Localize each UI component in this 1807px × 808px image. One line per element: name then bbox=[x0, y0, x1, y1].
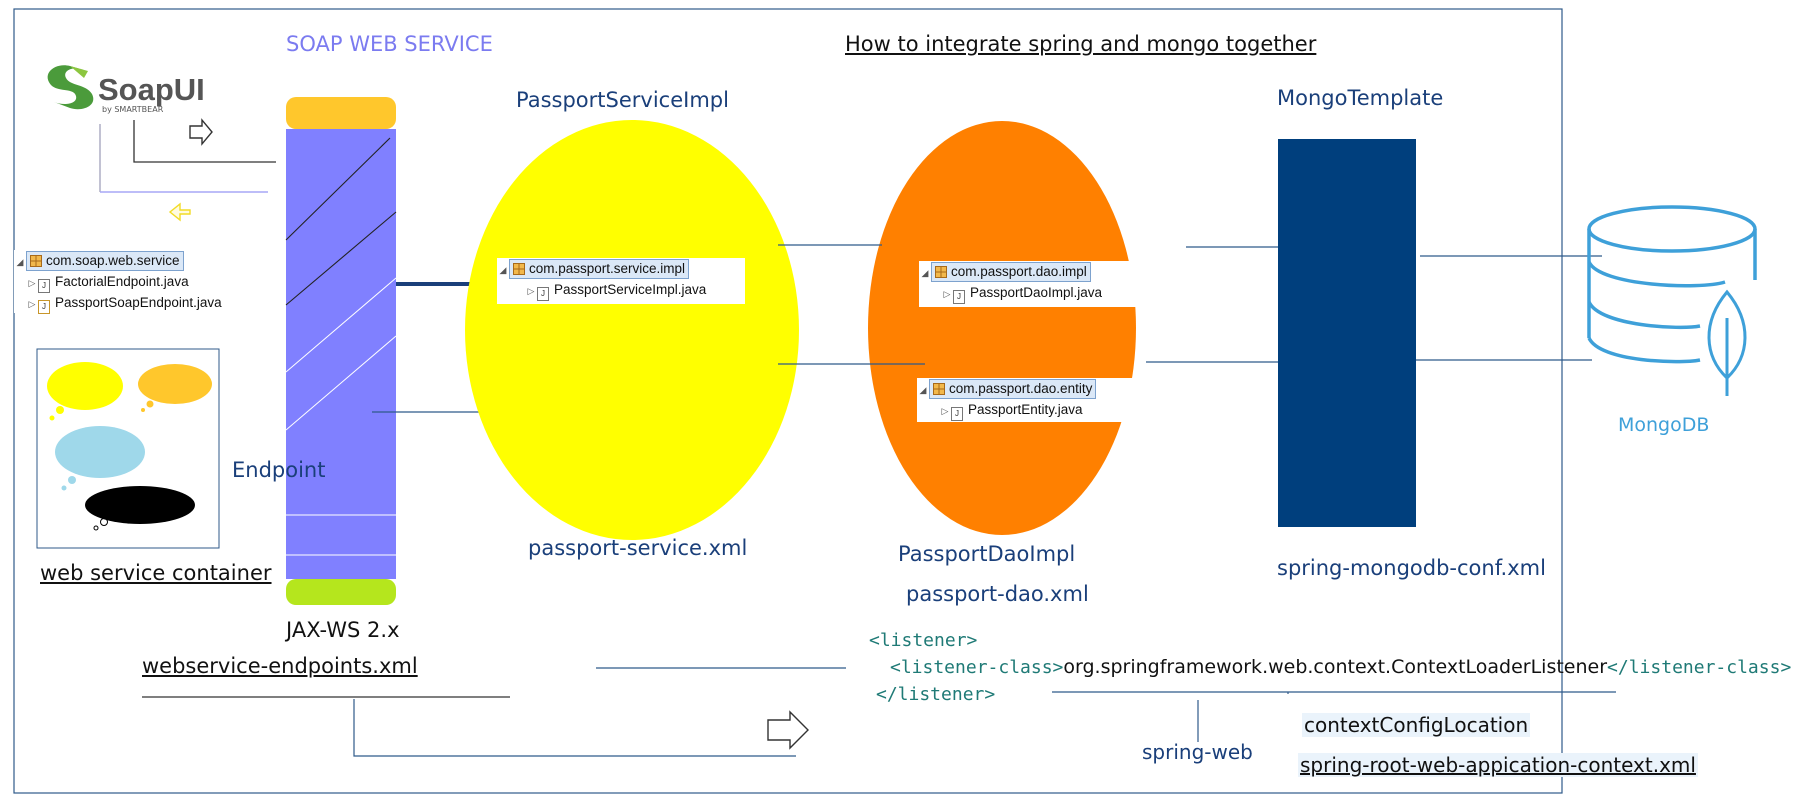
java-file-icon: J bbox=[537, 287, 549, 301]
tree-file-label: PassportEntity.java bbox=[968, 402, 1083, 417]
package-icon bbox=[935, 265, 947, 278]
listener-class-close-tag: </listener-class> bbox=[1607, 657, 1792, 678]
tree-file-row[interactable]: ▷ J PassportEntity.java bbox=[917, 399, 1145, 422]
soapui-logo-icon bbox=[47, 65, 94, 110]
endpoint-label: Endpoint bbox=[232, 458, 326, 482]
java-file-icon: J bbox=[38, 279, 50, 293]
expand-triangle-icon[interactable]: ▷ bbox=[26, 273, 38, 294]
tree-package-row[interactable]: ◢ com.passport.dao.entity bbox=[917, 378, 1145, 399]
dao-ellipse bbox=[868, 121, 1136, 535]
page-title: How to integrate spring and mongo togeth… bbox=[845, 32, 1317, 56]
soap-project-tree: ◢ com.soap.web.service ▷ J FactorialEndpoin… bbox=[14, 250, 222, 315]
tree-package-label: com.soap.web.service bbox=[46, 253, 180, 268]
collapse-triangle-icon[interactable]: ◢ bbox=[497, 260, 509, 281]
tree-package-label: com.passport.dao.impl bbox=[951, 264, 1087, 279]
tree-package-label: com.passport.service.impl bbox=[529, 261, 686, 276]
mongo-template-title: MongoTemplate bbox=[1277, 86, 1444, 110]
tree-package-label: com.passport.dao.entity bbox=[949, 381, 1093, 396]
soap-web-service-label: SOAP WEB SERVICE bbox=[286, 32, 493, 56]
tree-package-row[interactable]: ◢ com.soap.web.service bbox=[14, 250, 214, 271]
tree-file-label: FactorialEndpoint.java bbox=[55, 274, 189, 289]
collapse-triangle-icon[interactable]: ◢ bbox=[919, 263, 931, 284]
java-file-icon: J bbox=[953, 290, 965, 304]
listener-arrow-icon bbox=[767, 710, 809, 750]
dao-entity-package-tree: ◢ com.passport.dao.entity ▷ J PassportEntit… bbox=[917, 378, 1145, 422]
mongo-template-xml-label: spring-mongodb-conf.xml bbox=[1277, 556, 1546, 580]
package-icon bbox=[30, 254, 42, 267]
service-ellipse bbox=[465, 120, 799, 540]
mongodb-database-icon bbox=[1587, 205, 1757, 396]
java-file-icon: J bbox=[951, 407, 963, 421]
dao-xml-label: passport-dao.xml bbox=[906, 582, 1089, 606]
java-file-icon: J bbox=[38, 300, 50, 314]
expand-triangle-icon[interactable]: ▷ bbox=[939, 401, 951, 422]
listener-class-open-tag: <listener-class> bbox=[890, 657, 1064, 678]
tree-file-label: PassportSoapEndpoint.java bbox=[55, 295, 222, 310]
root-context-xml-label: spring-root-web-appication-context.xml bbox=[1298, 753, 1698, 777]
tree-file-label: PassportDaoImpl.java bbox=[970, 285, 1103, 300]
endpoint-bar-bottom bbox=[286, 579, 396, 605]
tree-package-row[interactable]: ◢ com.passport.service.impl bbox=[497, 258, 745, 279]
expand-triangle-icon[interactable]: ▷ bbox=[525, 281, 537, 302]
collapse-triangle-icon[interactable]: ◢ bbox=[14, 252, 26, 273]
endpoints-xml-label: webservice-endpoints.xml bbox=[142, 654, 418, 678]
soapui-name: SoapUI bbox=[98, 72, 205, 107]
endpoint-bar bbox=[286, 129, 396, 579]
package-icon bbox=[933, 382, 945, 395]
listener-close-tag: </listener> bbox=[876, 684, 996, 705]
expand-triangle-icon[interactable]: ▷ bbox=[26, 294, 38, 315]
response-arrow-icon bbox=[168, 202, 191, 222]
tree-file-row[interactable]: ▷ J FactorialEndpoint.java bbox=[14, 271, 214, 294]
soapui-by: by SMARTBEAR bbox=[102, 105, 164, 114]
endpoint-bar-top bbox=[286, 97, 396, 129]
tree-file-row[interactable]: ▷ J PassportDaoImpl.java bbox=[919, 282, 1149, 305]
package-icon bbox=[513, 262, 525, 275]
bottom-route-line bbox=[353, 699, 796, 757]
service-title: PassportServiceImpl bbox=[516, 88, 729, 112]
listener-open-tag: <listener> bbox=[869, 630, 978, 651]
mongo-template-block bbox=[1278, 139, 1416, 527]
tree-file-label: PassportServiceImpl.java bbox=[554, 282, 707, 297]
listener-class-value: org.springframework.web.context.ContextL… bbox=[1063, 656, 1608, 678]
tree-file-row[interactable]: ▷ J PassportSoapEndpoint.java bbox=[14, 292, 222, 315]
context-config-label: contextConfigLocation bbox=[1302, 713, 1531, 737]
service-xml-label: passport-service.xml bbox=[528, 536, 748, 560]
service-package-tree: ◢ com.passport.service.impl ▷ J PassportSer… bbox=[497, 258, 745, 304]
expand-triangle-icon[interactable]: ▷ bbox=[941, 284, 953, 305]
collapse-triangle-icon[interactable]: ◢ bbox=[917, 380, 929, 401]
jaxws-label: JAX-WS 2.x bbox=[286, 618, 400, 642]
dao-title: PassportDaoImpl bbox=[898, 542, 1076, 566]
listener-class-line: <listener-class>org.springframework.web.… bbox=[890, 656, 1791, 678]
web-service-container-label: web service container bbox=[40, 561, 272, 585]
dao-impl-package-tree: ◢ com.passport.dao.impl ▷ J PassportDaoImpl… bbox=[919, 261, 1149, 307]
tree-file-row[interactable]: ▷ J PassportServiceImpl.java bbox=[497, 279, 745, 302]
tree-package-row[interactable]: ◢ com.passport.dao.impl bbox=[919, 261, 1149, 282]
spring-web-label: spring-web bbox=[1142, 740, 1253, 764]
mongodb-label: MongoDB bbox=[1618, 414, 1710, 436]
request-arrow-icon bbox=[189, 118, 213, 146]
